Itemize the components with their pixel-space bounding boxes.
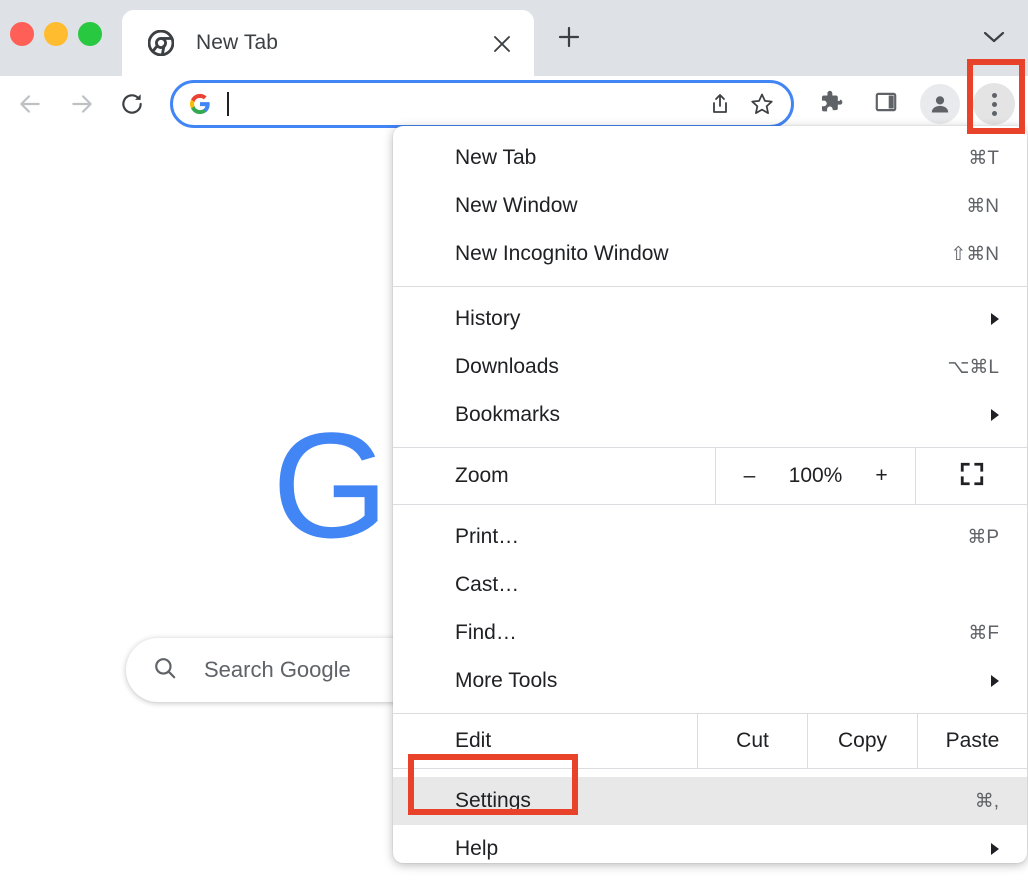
tab-search-button[interactable] <box>976 22 1012 56</box>
window-zoom-button[interactable] <box>78 22 102 46</box>
three-dots-menu-button[interactable] <box>972 82 1016 126</box>
browser-window: New Tab <box>0 0 1028 886</box>
search-input-placeholder: Search Google <box>204 657 351 683</box>
edit-label: Edit <box>393 714 697 768</box>
menu-item-shortcut: ⌘F <box>968 622 999 645</box>
side-panel-icon <box>873 89 899 120</box>
menu-item-label: More Tools <box>455 669 557 693</box>
puzzle-icon <box>816 88 844 121</box>
menu-item-label: New Tab <box>455 146 536 170</box>
tab-new-tab[interactable]: New Tab <box>122 10 534 76</box>
tab-strip: New Tab <box>0 0 1028 76</box>
menu-item-new-tab[interactable]: New Tab ⌘T <box>393 134 1027 182</box>
menu-row-edit: Edit Cut Copy Paste <box>393 714 1027 768</box>
menu-item-help[interactable]: Help <box>393 825 1027 863</box>
menu-item-settings[interactable]: Settings ⌘, <box>393 777 1027 825</box>
menu-item-print[interactable]: Print… ⌘P <box>393 513 1027 561</box>
menu-item-label: History <box>455 307 520 331</box>
menu-item-label: Downloads <box>455 355 559 379</box>
menu-group-browsing: History Downloads ⌥⌘L Bookmarks <box>393 287 1027 447</box>
zoom-in-button[interactable]: + <box>869 464 895 488</box>
magnifier-icon <box>152 655 178 686</box>
menu-group-tools: Print… ⌘P Cast… Find… ⌘F More Tools <box>393 505 1027 713</box>
back-button[interactable] <box>10 86 50 126</box>
arrow-left-icon <box>17 91 43 122</box>
tab-title: New Tab <box>196 31 278 55</box>
chevron-down-icon <box>982 29 1006 50</box>
reload-button[interactable] <box>112 86 152 126</box>
text-cursor <box>227 92 229 116</box>
new-tab-button[interactable] <box>548 22 590 56</box>
close-icon[interactable] <box>488 30 516 58</box>
zoom-label: Zoom <box>393 448 715 504</box>
menu-item-downloads[interactable]: Downloads ⌥⌘L <box>393 343 1027 391</box>
edit-paste-button[interactable]: Paste <box>917 714 1027 768</box>
fullscreen-button[interactable] <box>915 448 1027 504</box>
address-bar[interactable] <box>170 80 794 128</box>
extensions-button[interactable] <box>808 82 852 126</box>
menu-item-new-incognito-window[interactable]: New Incognito Window ⇧⌘N <box>393 230 1027 278</box>
menu-row-zoom: Zoom – 100% + <box>393 448 1027 504</box>
menu-item-shortcut: ⌘N <box>966 195 999 218</box>
menu-item-label: Settings <box>455 789 531 813</box>
menu-group-settings: Settings ⌘, Help <box>393 769 1027 863</box>
profile-button[interactable] <box>918 82 962 126</box>
google-g-icon <box>189 93 211 115</box>
menu-item-label: New Window <box>455 194 578 218</box>
menu-item-label: Cast… <box>455 573 519 597</box>
window-close-button[interactable] <box>10 22 34 46</box>
edit-copy-button[interactable]: Copy <box>807 714 917 768</box>
zoom-out-button[interactable]: – <box>737 464 763 488</box>
menu-item-label: Print… <box>455 525 519 549</box>
menu-item-find[interactable]: Find… ⌘F <box>393 609 1027 657</box>
forward-button[interactable] <box>62 86 102 126</box>
fullscreen-icon <box>959 461 985 492</box>
chevron-right-icon <box>991 313 999 325</box>
menu-item-shortcut: ⌘P <box>967 526 999 549</box>
star-icon[interactable] <box>741 83 783 125</box>
zoom-level-value: 100% <box>785 464 847 488</box>
chevron-right-icon <box>991 675 999 687</box>
menu-item-shortcut: ⇧⌘N <box>950 243 999 266</box>
menu-item-shortcut: ⌥⌘L <box>948 356 999 379</box>
avatar <box>920 84 960 124</box>
menu-group-new: New Tab ⌘T New Window ⌘N New Incognito W… <box>393 126 1027 286</box>
menu-item-more-tools[interactable]: More Tools <box>393 657 1027 705</box>
menu-item-label: Find… <box>455 621 517 645</box>
menu-item-history[interactable]: History <box>393 295 1027 343</box>
chrome-icon <box>148 30 174 56</box>
menu-item-shortcut: ⌘T <box>968 147 999 170</box>
side-panel-button[interactable] <box>864 82 908 126</box>
chevron-right-icon <box>991 409 999 421</box>
zoom-controls: – 100% + <box>715 448 915 504</box>
menu-item-shortcut: ⌘, <box>975 790 999 813</box>
share-icon[interactable] <box>699 83 741 125</box>
menu-item-cast[interactable]: Cast… <box>393 561 1027 609</box>
menu-item-label: Help <box>455 837 498 861</box>
menu-item-bookmarks[interactable]: Bookmarks <box>393 391 1027 439</box>
edit-cut-button[interactable]: Cut <box>697 714 807 768</box>
arrow-right-icon <box>69 91 95 122</box>
window-traffic-lights <box>10 22 102 46</box>
plus-icon <box>557 25 581 54</box>
menu-item-new-window[interactable]: New Window ⌘N <box>393 182 1027 230</box>
chevron-right-icon <box>991 843 999 855</box>
menu-item-label: Bookmarks <box>455 403 560 427</box>
window-minimize-button[interactable] <box>44 22 68 46</box>
reload-icon <box>119 91 145 122</box>
menu-item-label: New Incognito Window <box>455 242 669 266</box>
google-logo: G <box>272 410 389 560</box>
chrome-main-menu: New Tab ⌘T New Window ⌘N New Incognito W… <box>393 126 1027 863</box>
three-dots-icon <box>973 83 1015 125</box>
